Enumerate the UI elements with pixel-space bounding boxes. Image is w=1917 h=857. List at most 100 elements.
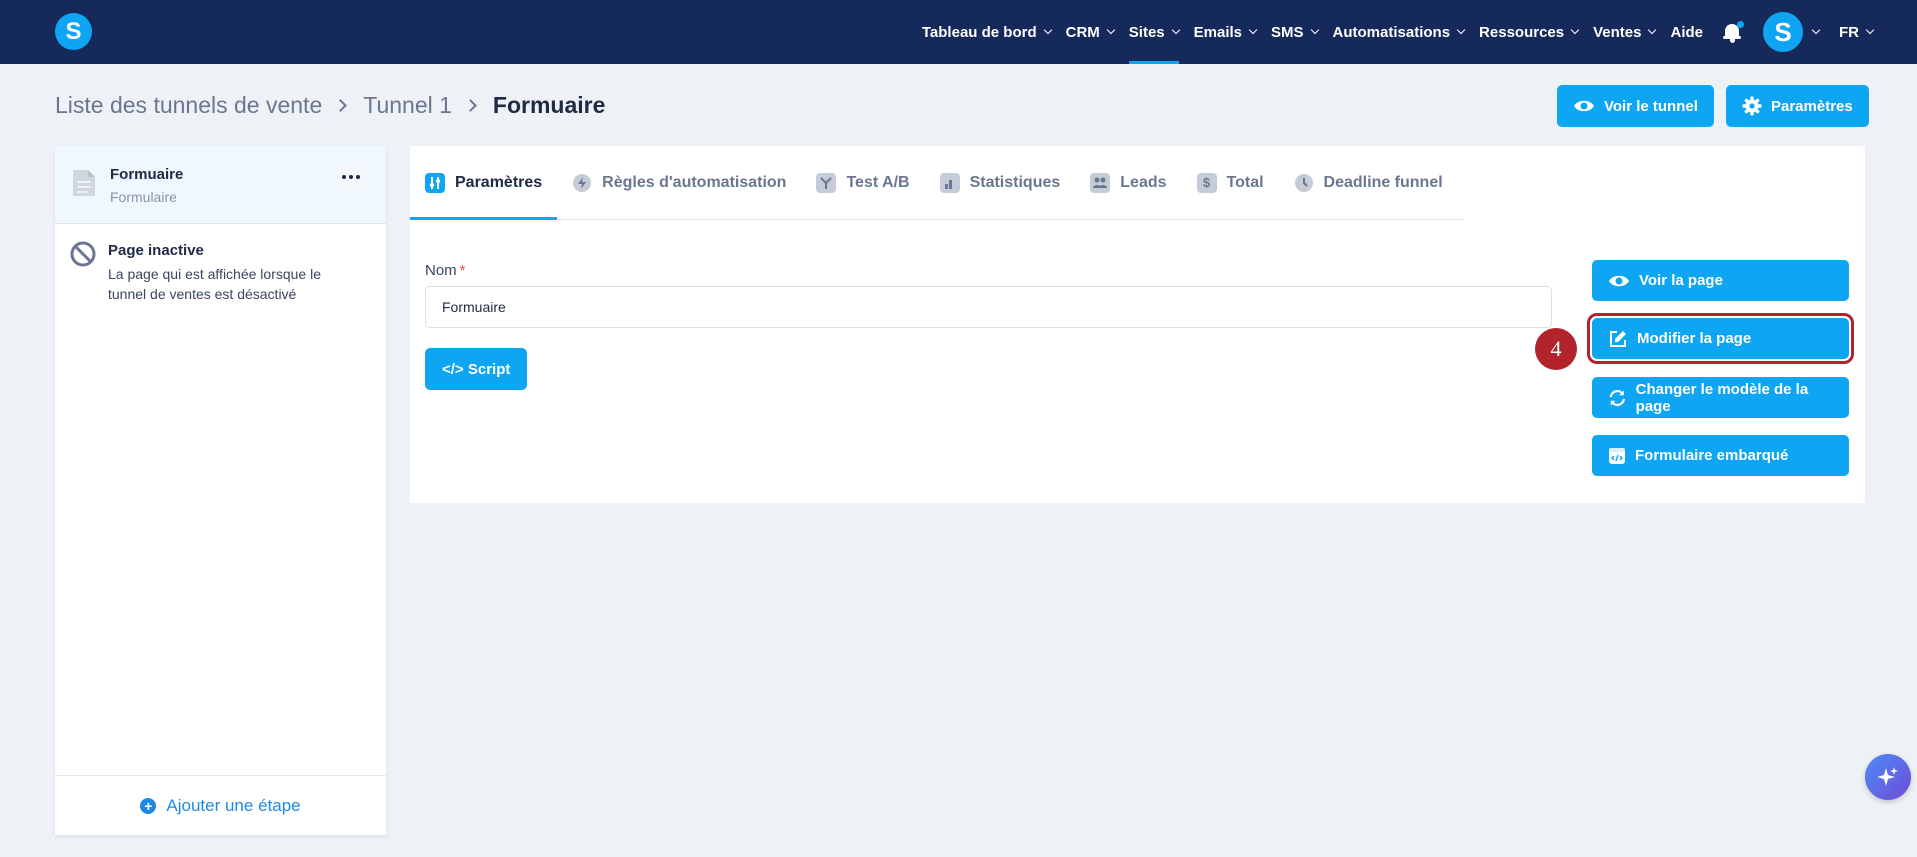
change-template-label: Changer le modèle de la page [1635,380,1809,415]
bolt-icon [572,173,592,193]
chevron-down-icon [1865,25,1875,35]
language-label: FR [1839,23,1859,41]
gear-icon [1742,96,1762,116]
embedded-form-button[interactable]: Formulaire embarqué [1592,435,1849,476]
nav-item-help[interactable]: Aide [1670,0,1703,64]
tab-label: Test A/B [846,173,910,191]
tab-deadline-funnel[interactable]: Deadline funnel [1279,146,1458,219]
change-template-button[interactable]: Changer le modèle de la page [1592,377,1849,418]
nav-item-label: Automatisations [1332,23,1451,41]
bar-chart-icon [939,172,960,193]
more-options-button[interactable] [330,164,372,190]
nav-item-label: Sites [1128,23,1165,41]
tab-label: Leads [1120,173,1167,191]
script-label: </> Script [442,360,511,378]
page-title: Formuaire [492,92,606,118]
edit-icon [1610,330,1626,347]
sparkle-icon [1877,767,1898,786]
nav-item-emails[interactable]: Emails [1193,0,1258,64]
inactive-page-description: La page qui est affichée lorsque le tunn… [108,266,322,302]
chevron-down-icon [1043,25,1052,35]
dollar-icon: $ [1196,172,1217,193]
view-tunnel-label: Voir le tunnel [1604,97,1698,115]
chevron-down-icon [1648,25,1657,35]
tab-label: Total [1226,173,1264,191]
split-icon [816,172,837,193]
step-subtitle: Formulaire [110,189,177,205]
tab-label: Règles d'automatisation [602,173,787,191]
chevron-down-icon [1106,25,1116,35]
name-field-label: Nom * [425,262,466,279]
nav-item-crm[interactable]: CRM [1065,0,1116,64]
app-logo[interactable]: S [55,13,92,50]
main-nav: Tableau de bord CRM Sites Emails SMS Aut… [907,0,1875,64]
script-button[interactable]: </> Script [425,348,528,390]
step-settings-panel: Paramètres Règles d'automatisation Test … [410,146,1865,503]
tab-label: Statistiques [969,173,1061,191]
refresh-icon [1609,389,1625,406]
step-title: Formuaire [110,166,184,183]
tab-label: Paramètres [455,173,543,191]
tab-parametres[interactable]: Paramètres [410,146,558,220]
edit-page-label: Modifier la page [1637,330,1752,347]
nav-item-label: Aide [1670,23,1703,41]
tab-statistics[interactable]: Statistiques [925,146,1076,219]
add-step-button[interactable]: + Ajouter une étape [55,775,386,835]
funnel-steps-panel: Formuaire Formulaire Page inactive La pa… [55,146,386,835]
nav-item-resources[interactable]: Ressources [1479,0,1580,64]
nav-item-sms[interactable]: SMS [1271,0,1319,64]
nav-item-label: CRM [1065,23,1100,41]
step-marker: 4 [1535,328,1577,370]
chevron-down-icon [1310,25,1319,35]
nav-item-sales[interactable]: Ventes [1593,0,1657,64]
embed-code-icon [1609,447,1625,464]
view-page-label: Voir la page [1639,272,1723,289]
breadcrumb: Liste des tunnels de vente Tunnel 1 Form… [55,92,605,119]
inactive-page-title[interactable]: Page inactive [108,242,204,259]
nav-item-dashboard[interactable]: Tableau de bord [921,0,1052,64]
avatar[interactable]: S [1763,12,1803,52]
clock-icon [1294,173,1314,193]
ai-assistant-button[interactable] [1865,754,1911,800]
ban-icon [70,241,96,267]
eye-icon [1609,275,1629,286]
nav-item-label: Emails [1193,23,1243,41]
view-tunnel-button[interactable]: Voir le tunnel [1557,85,1714,127]
settings-button[interactable]: Paramètres [1726,85,1869,127]
eye-icon [1574,100,1594,112]
language-selector[interactable]: FR [1839,0,1875,64]
nav-item-automations[interactable]: Automatisations [1332,0,1466,64]
chevron-right-icon [464,99,477,112]
nav-item-sites[interactable]: Sites [1128,0,1180,64]
tab-automation-rules[interactable]: Règles d'automatisation [557,146,801,219]
users-icon [1090,172,1111,193]
breadcrumb-funnel-list[interactable]: Liste des tunnels de vente [55,92,322,119]
step-item-formuaire[interactable]: Formuaire Formulaire [55,146,386,224]
nav-item-label: Ressources [1479,23,1565,41]
document-icon [73,170,95,196]
chevron-down-icon [1171,25,1180,35]
chevron-down-icon[interactable] [1811,25,1821,35]
nav-item-label: Ventes [1593,23,1642,41]
chevron-down-icon [1248,25,1258,35]
view-page-button[interactable]: Voir la page [1592,260,1849,301]
tab-bar: Paramètres Règles d'automatisation Test … [410,146,1464,220]
tab-total[interactable]: $ Total [1182,146,1279,219]
settings-label: Paramètres [1771,97,1853,115]
chevron-down-icon [1570,25,1580,35]
name-field[interactable] [425,286,1552,328]
tab-leads[interactable]: Leads [1075,146,1181,219]
plus-circle-icon: + [140,797,157,814]
nav-item-label: Tableau de bord [921,23,1037,41]
top-navbar: S Tableau de bord CRM Sites Emails SMS A… [0,0,1917,64]
chevron-down-icon [1456,25,1466,35]
edit-page-button[interactable]: Modifier la page [1587,313,1854,364]
breadcrumb-tunnel[interactable]: Tunnel 1 [363,92,452,119]
bell-icon[interactable] [1721,21,1744,43]
name-label-text: Nom [425,262,457,279]
add-step-label: Ajouter une étape [166,795,301,815]
tab-ab-test[interactable]: Test A/B [801,146,924,219]
sliders-icon [425,172,445,193]
embedded-form-label: Formulaire embarqué [1635,447,1789,464]
notification-dot [1737,21,1744,28]
